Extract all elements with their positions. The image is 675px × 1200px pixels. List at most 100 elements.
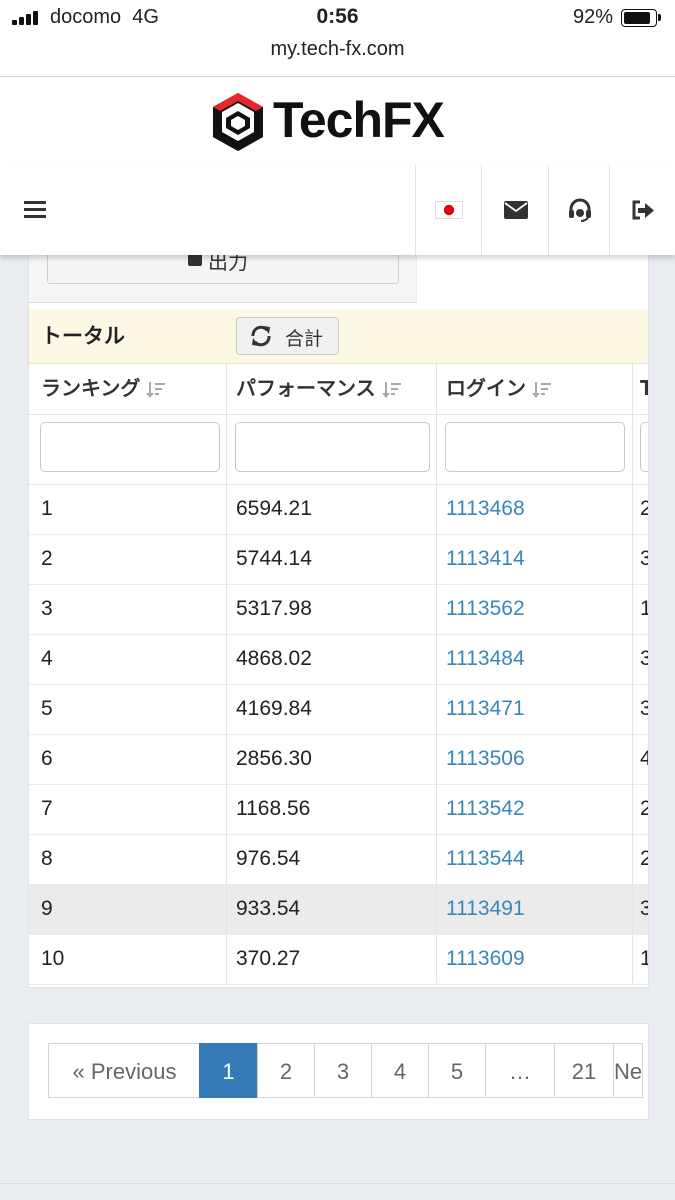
performance-cell: 4169.84: [236, 697, 312, 720]
page-button-2[interactable]: 2: [257, 1043, 315, 1098]
hamburger-menu-icon[interactable]: [24, 201, 46, 219]
column-header-login[interactable]: ログイン: [446, 363, 636, 414]
messages-button[interactable]: [481, 165, 549, 255]
next-column-cell: 3: [640, 884, 648, 934]
next-column-cell: 1: [640, 584, 648, 634]
page-button-1[interactable]: 1: [199, 1043, 258, 1098]
url-text: my.tech-fx.com: [270, 38, 405, 60]
login-link[interactable]: 1113544: [446, 834, 525, 884]
japan-flag-icon: [435, 201, 463, 219]
techfx-logo-icon: [213, 93, 263, 151]
logo-header: TechFX: [0, 77, 675, 165]
rank-cell: 2: [41, 547, 53, 570]
pagination-card: « Previous 1 2 3 4 5… 21 Ne: [28, 1023, 649, 1120]
previous-page-button[interactable]: « Previous: [48, 1043, 201, 1098]
mail-icon: [503, 201, 528, 219]
rank-cell: 6: [41, 747, 53, 770]
table-header-row: ランキング パフォーマンス ログイン T: [29, 363, 648, 415]
performance-cell: 5744.14: [236, 547, 312, 570]
logout-icon: [632, 200, 654, 220]
pagination-ellipsis: …: [485, 1043, 555, 1098]
divider: [0, 1183, 675, 1184]
table-row: 8 976.54 1113544 2: [29, 834, 648, 885]
rank-cell: 8: [41, 847, 53, 870]
status-bar: docomo 4G 0:56 92%: [0, 0, 675, 36]
login-link[interactable]: 1113468: [446, 484, 525, 534]
support-headset-icon: [568, 198, 591, 222]
rank-cell: 1: [41, 497, 53, 520]
performance-cell: 5317.98: [236, 597, 312, 620]
sum-button-label: 合計: [285, 328, 324, 350]
table-row: 5 4169.84 1113471 3: [29, 684, 648, 735]
login-link[interactable]: 1113506: [446, 734, 525, 784]
sum-button[interactable]: 合計: [236, 317, 339, 355]
table-row: 2 5744.14 1113414 3: [29, 534, 648, 585]
battery-icon: [621, 9, 661, 27]
table-row: 1 6594.21 1113468 2: [29, 484, 648, 535]
page-button-4[interactable]: 4: [371, 1043, 429, 1098]
table-row: 6 2856.30 1113506 4: [29, 734, 648, 785]
login-link[interactable]: 1113491: [446, 884, 525, 934]
next-column-cell: 2: [640, 834, 648, 884]
rank-cell: 10: [41, 947, 65, 970]
performance-cell: 1168.56: [236, 797, 311, 820]
column-header-label: パフォーマンス: [236, 376, 376, 400]
rank-cell: 7: [41, 797, 53, 820]
performance-cell: 2856.30: [236, 747, 312, 770]
login-link[interactable]: 1113542: [446, 784, 525, 834]
column-header-label: ランキング: [41, 376, 141, 400]
logout-button[interactable]: [609, 165, 675, 255]
address-bar[interactable]: my.tech-fx.com: [0, 36, 675, 77]
top-navbar: [0, 165, 675, 255]
rank-cell: 9: [41, 897, 53, 920]
table-row: 4 4868.02 1113484 3: [29, 634, 648, 685]
export-button[interactable]: 出力: [47, 251, 399, 284]
sort-icon: [146, 381, 166, 398]
rank-cell: 4: [41, 647, 53, 670]
ranking-filter-input[interactable]: [40, 422, 220, 472]
column-divider: [226, 363, 227, 983]
table-row: 10 370.27 1113609 1: [29, 934, 648, 985]
next-column-cell: 2: [640, 784, 648, 834]
table-row: 7 1168.56 1113542 2: [29, 784, 648, 835]
column-header-performance[interactable]: パフォーマンス: [236, 363, 436, 414]
login-link[interactable]: 1113562: [446, 584, 525, 634]
table-row: 9 933.54 1113491 3: [29, 884, 648, 935]
sort-icon: [381, 381, 401, 398]
login-link[interactable]: 1113414: [446, 534, 525, 584]
login-link[interactable]: 1113484: [446, 634, 525, 684]
support-button[interactable]: [548, 165, 610, 255]
login-link[interactable]: 1113471: [446, 684, 525, 734]
next-column-cell: 3: [640, 634, 648, 684]
sort-icon: [532, 381, 551, 398]
page-button-21[interactable]: 21: [554, 1043, 614, 1098]
total-row: トータル 合計: [29, 309, 648, 364]
table-row: 3 5317.98 1113562 1: [29, 584, 648, 635]
performance-cell: 370.27: [236, 947, 301, 970]
page-button-5[interactable]: 5: [428, 1043, 486, 1098]
column-header-ranking[interactable]: ランキング: [41, 363, 226, 414]
column-header-next[interactable]: T: [640, 363, 648, 414]
brand-name: TechFX: [273, 92, 445, 148]
next-column-cell: 3: [640, 534, 648, 584]
next-column-cell: 4: [640, 734, 648, 784]
performance-cell: 6594.21: [236, 497, 312, 520]
next-column-cell: 2: [640, 484, 648, 534]
export-toolbar: 出力: [29, 251, 417, 303]
rank-cell: 5: [41, 697, 53, 720]
filter-row: [29, 414, 648, 485]
ranking-card: 出力 トータル 合計 ランキング パフォーマンス ログイン 1 6594.21 …: [28, 250, 649, 988]
login-filter-input[interactable]: [445, 422, 625, 472]
language-button[interactable]: [415, 165, 482, 255]
page-button-3[interactable]: 3: [314, 1043, 372, 1098]
battery-percent: 92%: [572, 6, 613, 28]
next-filter-input[interactable]: [640, 422, 648, 472]
login-link[interactable]: 1113609: [446, 934, 525, 984]
performance-cell: 4868.02: [236, 647, 312, 670]
rank-cell: 3: [41, 597, 53, 620]
column-divider: [632, 363, 633, 983]
total-label: トータル: [41, 324, 125, 348]
next-page-button[interactable]: Ne: [613, 1043, 644, 1098]
next-column-cell: 3: [640, 684, 648, 734]
performance-filter-input[interactable]: [235, 422, 430, 472]
